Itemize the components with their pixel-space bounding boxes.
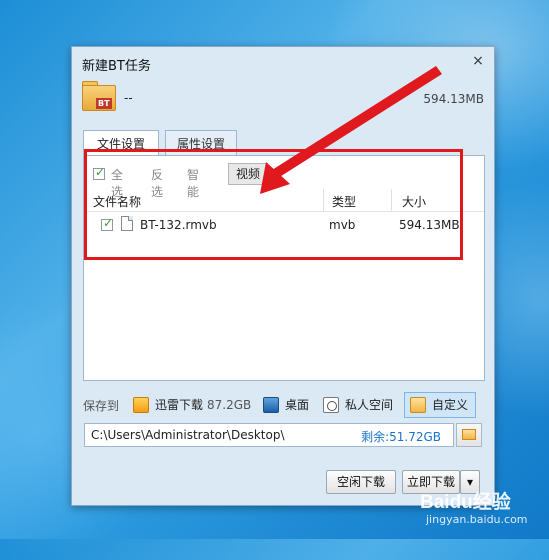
location-thunder-download[interactable]: 迅雷下载 87.2GB [133,392,253,418]
checkmark-icon: ✓ [95,165,106,179]
save-to-label: 保存到 [83,399,120,413]
tab-file-settings[interactable]: 文件设置 [83,130,159,157]
bt-folder-icon: BT [82,81,116,111]
column-header-size[interactable]: 大小 [402,193,426,210]
new-bt-task-dialog: 新建BT任务 × BT -- 594.13MB 文件设置 属性设置 ✓ 全选 反… [71,46,495,506]
file-icon [121,216,133,231]
file-checkbox[interactable]: ✓ [101,216,114,231]
desktop-icon [263,397,279,413]
baidu-jingyan-watermark: Baidu经验 jingyan.baidu.com [420,487,546,535]
location-private-space[interactable]: 私人空间 [323,392,403,418]
private-space-icon [323,397,339,413]
location-label: 桌面 [285,398,310,412]
file-size: 594.13MB [399,218,460,232]
save-path-field[interactable]: C:\Users\Administrator\Desktop\ 剩余:51.72… [84,423,454,447]
thunder-download-icon [133,397,149,413]
file-name: BT-132.rmvb [140,218,217,232]
table-row[interactable]: ✓ BT-132.rmvb mvb 594.13MB [84,214,484,236]
tab-property-settings[interactable]: 属性设置 [165,130,237,156]
remaining-space: 剩余:51.72GB [361,430,441,444]
location-custom[interactable]: 自定义 [404,392,476,418]
folder-icon [462,429,476,440]
watermark-logo: Baidu经验 [420,492,511,513]
watermark-url: jingyan.baidu.com [426,513,528,526]
column-header-type[interactable]: 类型 [332,193,356,210]
task-name: -- [124,91,133,105]
location-desktop[interactable]: 桌面 [263,392,319,418]
browse-folder-button[interactable] [456,423,482,447]
idle-download-button[interactable]: 空闲下载 [326,470,396,494]
location-label: 自定义 [432,398,469,412]
file-type: mvb [329,218,356,232]
task-total-size: 594.13MB [423,92,484,106]
dialog-title: 新建BT任务 [82,59,151,74]
dialog-titlebar[interactable]: 新建BT任务 × [72,47,494,77]
file-table-header: 文件名称 类型 大小 [84,189,484,212]
checkmark-icon: ✓ [103,216,114,230]
column-header-name[interactable]: 文件名称 [93,193,141,210]
save-location-row: 保存到 迅雷下载 87.2GB 桌面 私人空间 自定义 [83,392,487,418]
select-all-checkbox[interactable]: ✓ [93,165,106,180]
save-path-value[interactable]: C:\Users\Administrator\Desktop\ [91,428,285,442]
file-list-panel: ✓ 全选 反选 智能 视频 文件名称 类型 大小 ✓ BT-132.rmvb m… [83,155,485,381]
video-filter-button[interactable]: 视频 [228,163,268,185]
free-space: 87.2GB [207,398,252,412]
location-label: 私人空间 [345,398,394,412]
custom-folder-icon [410,397,426,413]
close-icon[interactable]: × [470,53,486,69]
location-label: 迅雷下载 [155,398,204,412]
bt-badge: BT [96,98,112,109]
